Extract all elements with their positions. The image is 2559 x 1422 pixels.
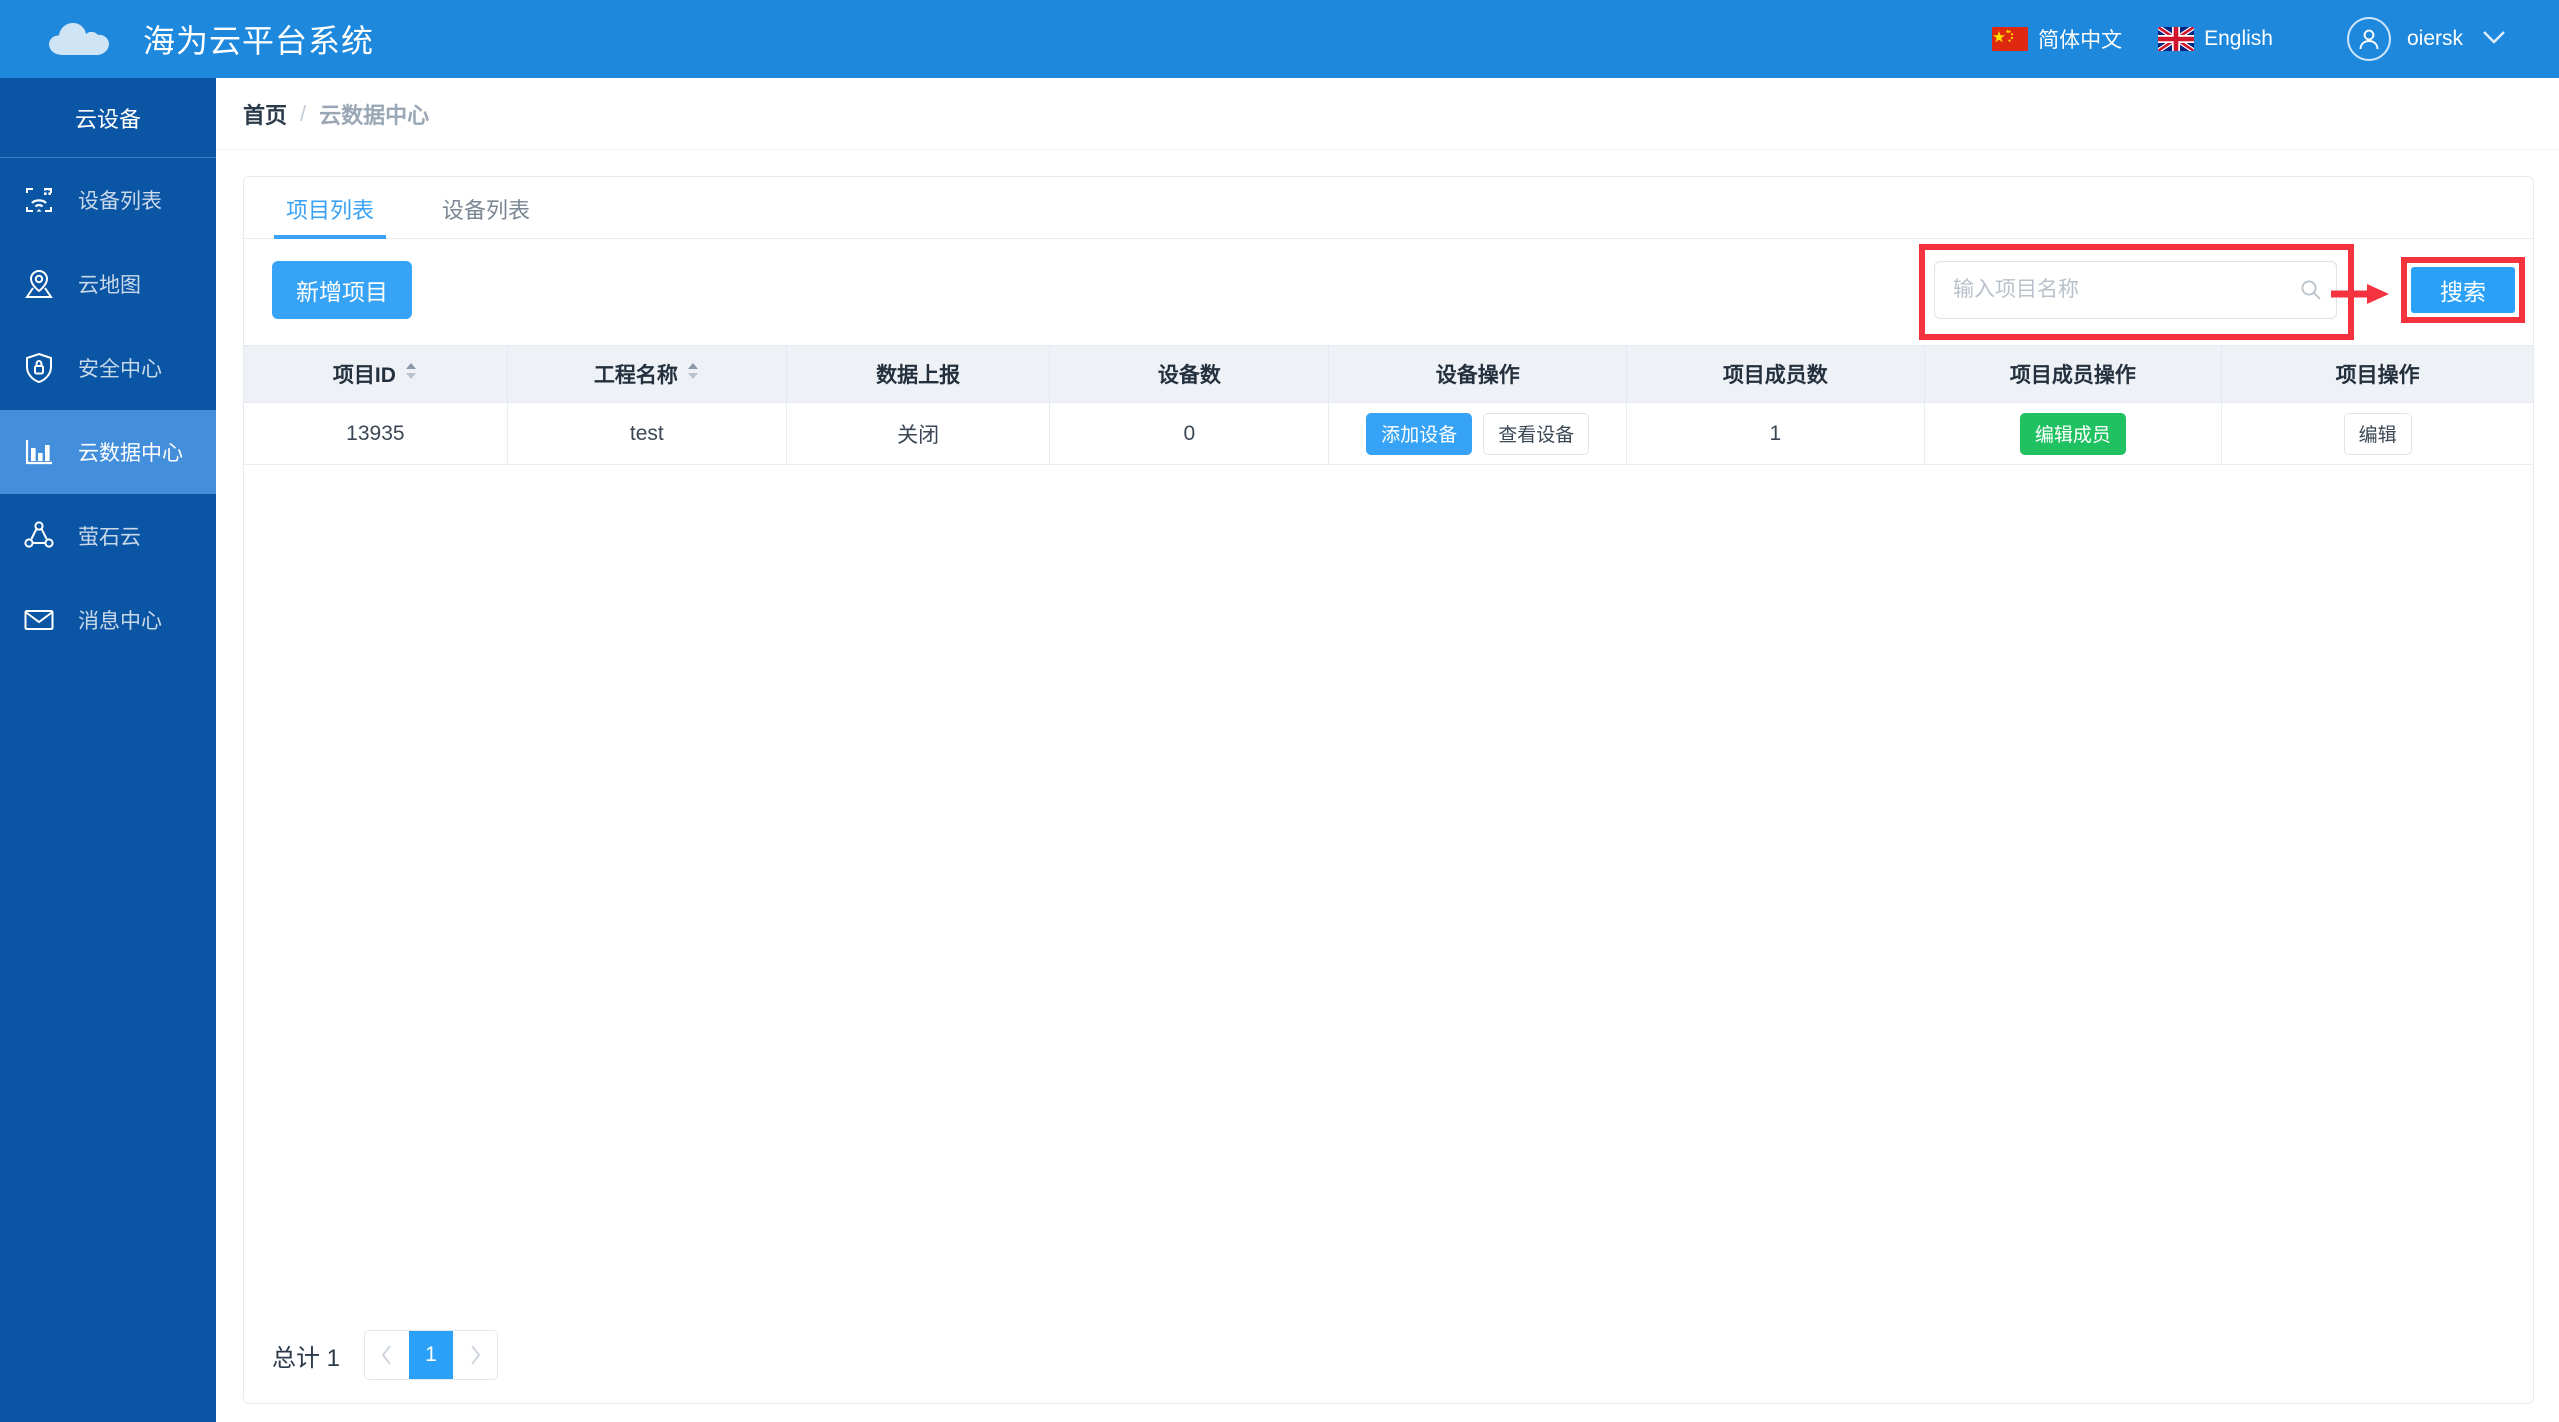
view-device-button[interactable]: 查看设备: [1483, 412, 1590, 455]
column-label: 工程名称: [593, 364, 678, 387]
sidebar-item-label: 消息中心: [78, 610, 162, 633]
sidebar-item-message-center[interactable]: 消息中心: [0, 578, 216, 662]
device-list-icon: [18, 179, 60, 221]
sidebar-item-label: 萤石云: [78, 526, 141, 549]
column-label: 设备操作: [1435, 364, 1520, 387]
column-label: 数据上报: [876, 364, 961, 387]
column-header-device-actions: 设备操作: [1328, 345, 1628, 403]
column-label: 项目成员操作: [2009, 364, 2136, 387]
sidebar-item-ezviz-cloud[interactable]: 萤石云: [0, 494, 216, 578]
pagination-total-label: 总计 1: [272, 1344, 341, 1372]
shield-lock-icon: [18, 347, 60, 389]
sidebar-item-label: 云地图: [78, 274, 141, 297]
sort-arrows-icon[interactable]: [686, 361, 700, 387]
table-row: 13935 test 关闭 0 添加设备 查看设备 1 编辑成员 编辑: [244, 402, 2533, 465]
breadcrumb-current: 云数据中心: [319, 102, 430, 128]
bar-chart-icon: [18, 431, 60, 473]
sidebar-item-cloud-map[interactable]: 云地图: [0, 242, 216, 326]
edit-member-button[interactable]: 编辑成员: [2019, 412, 2126, 455]
app-header: 海为云平台系统 简体中文 English oiersk: [0, 0, 2559, 78]
column-header-project-actions: 项目操作: [2221, 345, 2533, 403]
pagination-controls: 1: [364, 1330, 499, 1380]
breadcrumb: 首页 / 云数据中心: [216, 78, 2559, 150]
tab-project-list[interactable]: 项目列表: [274, 193, 387, 239]
share-nodes-icon: [18, 515, 60, 557]
tab-bar: 项目列表 设备列表: [244, 177, 2533, 239]
search-field-wrapper: [1934, 261, 2337, 319]
cell-member-actions: 编辑成员: [1924, 402, 2223, 465]
app-title: 海为云平台系统: [143, 23, 375, 59]
sort-arrows-icon[interactable]: [404, 361, 418, 387]
table-header-row: 项目ID 工程名称 数据上报 设备数 设备操作 项目成员数 项目成员操作 项目操…: [244, 345, 2533, 403]
cell-data-report: 关闭: [786, 402, 1051, 465]
sidebar-item-cloud-data-center[interactable]: 云数据中心: [0, 410, 216, 494]
column-label: 项目成员数: [1722, 364, 1828, 387]
column-label: 设备数: [1157, 364, 1221, 387]
sidebar-title: 云设备: [0, 78, 216, 158]
cell-project-name: test: [507, 402, 787, 465]
header-right-controls: 简体中文 English oiersk: [1956, 17, 2559, 61]
project-table: 项目ID 工程名称 数据上报 设备数 设备操作 项目成员数 项目成员操作 项目操…: [244, 345, 2533, 465]
language-option-english[interactable]: English: [2158, 27, 2273, 51]
language-label-chinese: 简体中文: [2038, 29, 2123, 52]
column-label: 项目ID: [332, 364, 396, 387]
main-content: 首页 / 云数据中心 项目列表 设备列表 新增项目 搜索: [216, 78, 2559, 1422]
cell-project-id: 13935: [244, 402, 508, 465]
column-header-project-name[interactable]: 工程名称: [507, 345, 787, 403]
sidebar-item-label: 安全中心: [78, 358, 162, 381]
brand: 海为云平台系统: [0, 16, 374, 62]
tab-device-list[interactable]: 设备列表: [430, 193, 542, 238]
column-header-member-actions: 项目成员操作: [1924, 345, 2223, 403]
content-card: 项目列表 设备列表 新增项目 搜索: [243, 176, 2534, 1404]
sidebar: 云设备 设备列表 云地图 安全中心 云数据中心 萤石云 消息中心: [0, 78, 216, 1422]
envelope-icon: [18, 599, 60, 641]
column-header-member-count: 项目成员数: [1626, 345, 1925, 403]
cell-device-actions: 添加设备 查看设备: [1328, 402, 1628, 465]
arrow-right-icon: [2331, 281, 2393, 312]
language-label-english: English: [2204, 27, 2273, 50]
uk-flag-icon: [2158, 27, 2204, 51]
column-header-project-id[interactable]: 项目ID: [244, 345, 508, 403]
china-flag-icon: [1992, 27, 2038, 51]
cell-member-count: 1: [1626, 402, 1925, 465]
column-header-device-count: 设备数: [1049, 345, 1330, 403]
breadcrumb-separator: /: [300, 100, 307, 126]
cell-project-actions: 编辑: [2221, 402, 2533, 465]
column-label: 项目操作: [2335, 364, 2420, 387]
chevron-left-icon[interactable]: [365, 1331, 410, 1379]
user-menu[interactable]: oiersk: [2346, 17, 2507, 61]
sidebar-item-label: 云数据中心: [78, 442, 183, 465]
language-option-chinese[interactable]: 简体中文: [1992, 24, 2122, 54]
pagination-page-1[interactable]: 1: [409, 1331, 454, 1379]
search-input[interactable]: [1934, 261, 2337, 319]
breadcrumb-home[interactable]: 首页: [243, 98, 287, 130]
chevron-right-icon[interactable]: [453, 1331, 498, 1379]
column-header-data-report: 数据上报: [786, 345, 1051, 403]
user-avatar-icon: [2346, 17, 2391, 61]
user-name-label: oiersk: [2406, 27, 2463, 50]
edit-project-button[interactable]: 编辑: [2343, 412, 2412, 455]
new-project-button[interactable]: 新增项目: [272, 261, 412, 319]
search-button[interactable]: 搜索: [2411, 267, 2515, 313]
sidebar-item-label: 设备列表: [78, 190, 162, 213]
sidebar-item-device-list[interactable]: 设备列表: [0, 158, 216, 242]
chevron-down-icon[interactable]: [2481, 29, 2507, 50]
add-device-button[interactable]: 添加设备: [1366, 412, 1473, 455]
map-pin-icon: [18, 263, 60, 305]
cloud-icon: [45, 19, 117, 59]
sidebar-item-security-center[interactable]: 安全中心: [0, 326, 216, 410]
cell-device-count: 0: [1049, 402, 1330, 465]
pagination: 总计 1 1: [272, 1307, 499, 1403]
table-toolbar: 新增项目 搜索: [244, 239, 2533, 345]
